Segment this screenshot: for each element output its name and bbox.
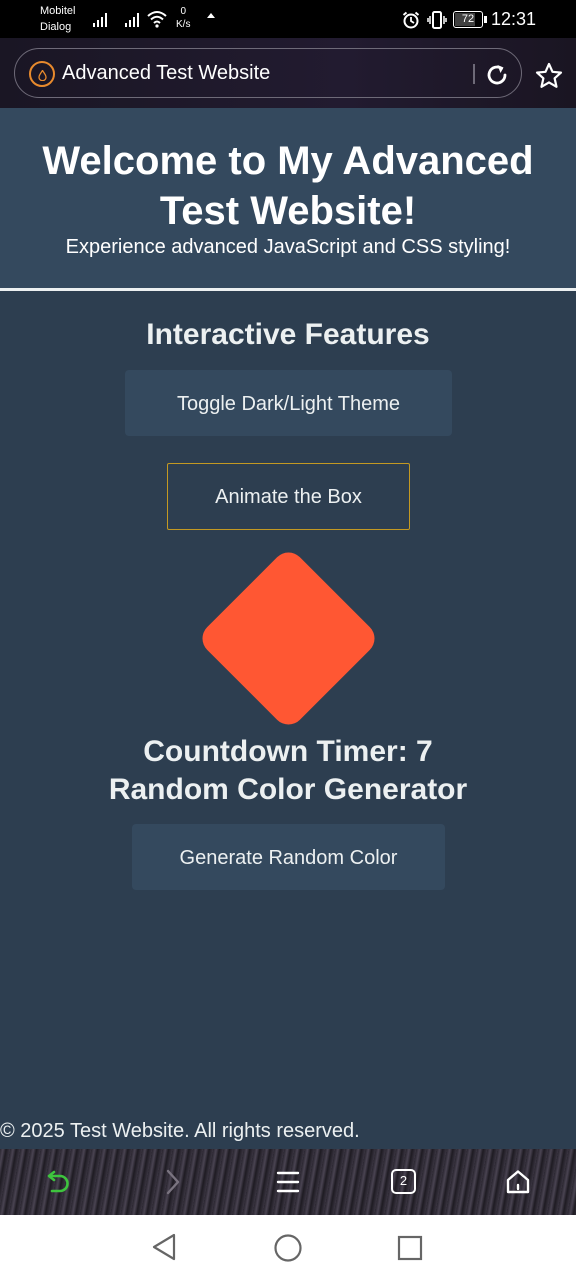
menu-icon[interactable] — [276, 1170, 300, 1194]
battery-icon: 72 — [453, 11, 483, 28]
features-heading: Interactive Features — [146, 318, 430, 351]
forward-icon[interactable] — [165, 1169, 181, 1195]
countdown-timer: Countdown Timer: 7 — [143, 735, 433, 768]
tabs-count-icon[interactable]: 2 — [391, 1169, 416, 1194]
home-icon[interactable] — [505, 1169, 531, 1195]
signal-icon — [93, 13, 107, 27]
battery-tip — [484, 16, 487, 23]
footer-text: © 2025 Test Website. All rights reserved… — [0, 1120, 360, 1142]
carrier-1: Mobitel — [40, 5, 76, 17]
battery-level: 72 — [461, 13, 475, 25]
carrier-names: Mobitel Dialog — [40, 3, 75, 35]
browser-address-bar: Advanced Test Website — [0, 38, 576, 108]
animate-box-button[interactable]: Animate the Box — [167, 463, 410, 530]
wifi-icon — [147, 11, 167, 28]
nav-back-icon[interactable] — [151, 1233, 177, 1261]
nav-recents-icon[interactable] — [397, 1235, 423, 1261]
site-title: Welcome to My Advanced Test Website! — [42, 139, 534, 233]
vibrate-icon — [427, 11, 447, 29]
site-subtitle: Experience advanced JavaScript and CSS s… — [65, 236, 511, 258]
toggle-theme-button[interactable]: Toggle Dark/Light Theme — [125, 370, 452, 436]
status-bar: Mobitel Dialog 0 K/s 72 12:31 — [0, 0, 576, 38]
generate-random-color-button[interactable]: Generate Random Color — [132, 824, 445, 890]
clock: 12:31 — [491, 9, 537, 29]
address-divider — [473, 64, 475, 84]
alarm-icon — [402, 11, 420, 29]
header-divider — [0, 288, 576, 291]
system-nav-bar — [0, 1215, 576, 1280]
browser-toolbar: 2 — [0, 1149, 576, 1215]
reload-icon[interactable] — [483, 61, 511, 89]
site-security-icon[interactable] — [29, 61, 55, 87]
signal-icon — [125, 13, 139, 27]
net-speed-unit: K/s — [176, 19, 191, 30]
upload-icon — [207, 13, 215, 18]
net-speed-value: 0 — [180, 6, 186, 17]
animated-box — [195, 545, 382, 732]
page-title[interactable]: Advanced Test Website — [62, 62, 270, 85]
bookmark-star-icon[interactable] — [535, 62, 563, 89]
site-header: Welcome to My Advanced Test Website! Exp… — [0, 108, 576, 288]
random-color-heading: Random Color Generator — [108, 773, 468, 806]
carrier-2: Dialog — [40, 21, 72, 33]
nav-home-icon[interactable] — [273, 1233, 303, 1263]
address-pill[interactable]: Advanced Test Website — [14, 48, 522, 98]
net-speed: 0 K/s — [176, 5, 190, 31]
back-icon[interactable] — [43, 1169, 73, 1197]
